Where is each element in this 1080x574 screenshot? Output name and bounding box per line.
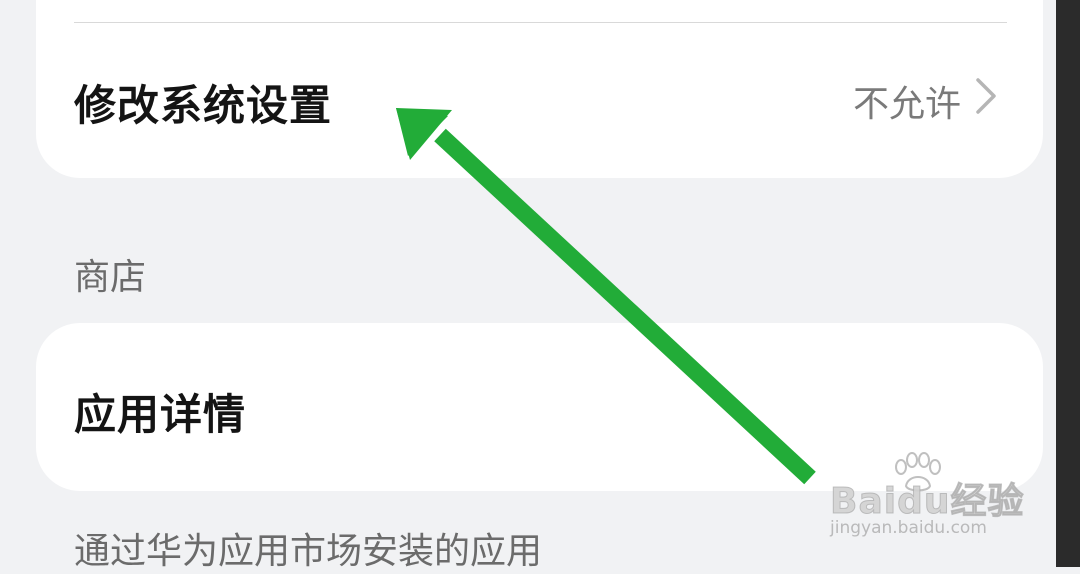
permissions-card: 修改系统设置 不允许 xyxy=(36,0,1043,178)
modify-system-settings-label: 修改系统设置 xyxy=(74,81,333,130)
app-details-label: 应用详情 xyxy=(74,390,247,439)
chevron-right-icon xyxy=(976,78,996,114)
store-section-header: 商店 xyxy=(74,257,147,298)
watermark-brand: Baidu经验 xyxy=(829,481,1025,523)
baidu-jingyan-watermark: Baidu经验 jingyan.baidu.com xyxy=(826,452,1026,548)
modify-system-settings-row[interactable]: 修改系统设置 不允许 xyxy=(36,23,1043,178)
modify-system-settings-value: 不允许 xyxy=(852,84,961,125)
watermark-url: jingyan.baidu.com xyxy=(830,518,987,538)
install-source-text: 通过华为应用市场安装的应用 xyxy=(74,531,543,572)
device-edge xyxy=(1056,0,1080,567)
